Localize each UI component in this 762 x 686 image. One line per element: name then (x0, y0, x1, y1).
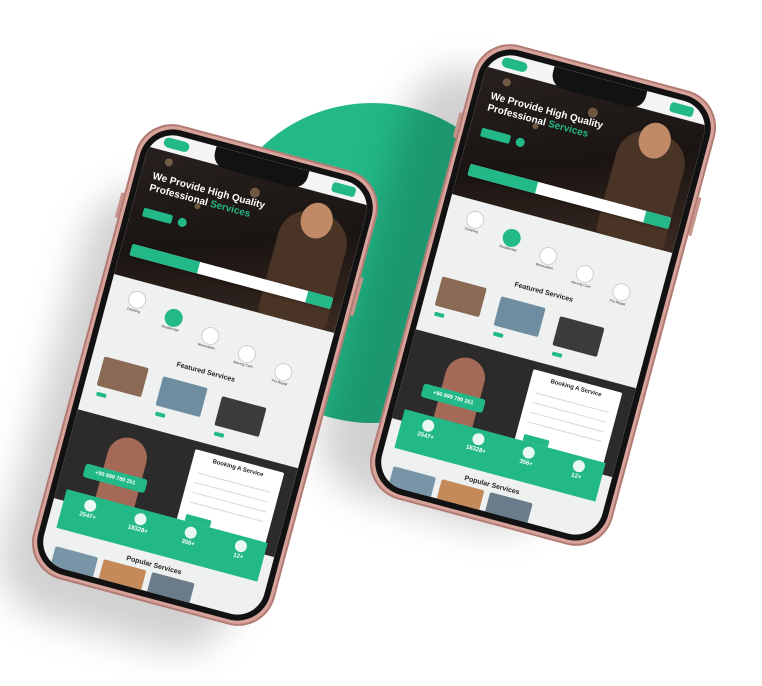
card-button[interactable] (433, 311, 445, 319)
stat-icon (471, 431, 486, 447)
hero-cta-button[interactable] (479, 127, 512, 145)
form-field[interactable] (532, 402, 607, 423)
stat-icon (82, 498, 98, 514)
card-button[interactable] (551, 351, 563, 358)
featured-card[interactable] (434, 276, 487, 318)
play-icon[interactable] (514, 136, 526, 148)
bokeh-light (501, 77, 512, 88)
featured-card[interactable] (214, 396, 267, 438)
form-field[interactable] (530, 411, 604, 433)
bokeh-light (163, 157, 174, 168)
stat-icon (571, 458, 587, 474)
menu-button[interactable] (330, 181, 357, 198)
stat-icon (233, 538, 249, 554)
booking-title: Booking A Service (211, 458, 265, 479)
card-button[interactable] (95, 391, 107, 399)
featured-title-text: Featured Services (513, 281, 574, 304)
left-phone: We Provide High Quality Professional Ser… (23, 115, 387, 635)
card-button[interactable] (492, 331, 504, 338)
mockup-stage: We Provide High Quality Professional Ser… (0, 0, 762, 686)
stat-icon (521, 445, 537, 461)
featured-card[interactable] (155, 376, 208, 418)
form-field[interactable] (194, 482, 269, 503)
card-button[interactable] (213, 431, 225, 438)
stat-icon (133, 511, 148, 527)
booking-title: Booking A Service (549, 378, 603, 399)
play-icon[interactable] (176, 216, 188, 228)
featured-card[interactable] (552, 316, 605, 358)
form-field[interactable] (192, 491, 266, 513)
featured-card[interactable] (96, 356, 149, 398)
site-logo[interactable] (500, 56, 529, 74)
featured-title-text: Featured Services (175, 361, 236, 384)
site-logo[interactable] (162, 136, 191, 154)
hero-cta-button[interactable] (141, 207, 174, 225)
stat-icon (420, 418, 436, 434)
stat-icon (183, 525, 199, 541)
phone-screen: We Provide High Quality Professional Ser… (36, 129, 374, 621)
menu-button[interactable] (668, 101, 695, 118)
card-button[interactable] (154, 411, 166, 418)
featured-card[interactable] (493, 296, 546, 338)
